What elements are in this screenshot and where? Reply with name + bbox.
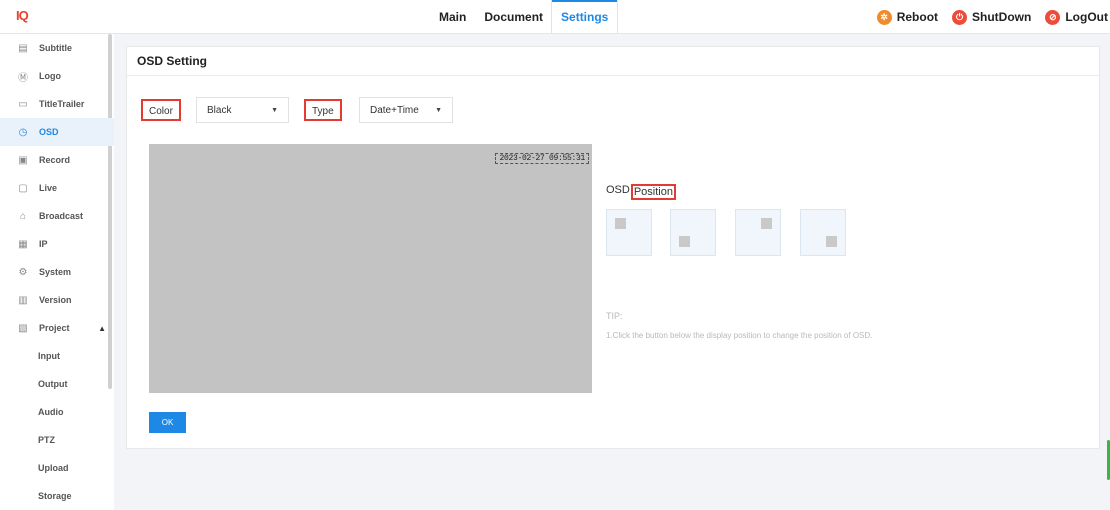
sidebar-subitem-input[interactable]: Input <box>0 342 114 370</box>
osd-position-prefix: OSD <box>606 184 630 196</box>
sidebar-item-osd[interactable]: ◷ OSD <box>0 118 114 146</box>
type-select-value: Date+Time <box>370 104 419 116</box>
type-select[interactable]: Date+Time ▼ <box>359 97 453 123</box>
sidebar-item-system[interactable]: ⚙ System <box>0 258 114 286</box>
sidebar-item-ip[interactable]: ▦ IP <box>0 230 114 258</box>
logout-label: LogOut <box>1065 10 1108 24</box>
sidebar-item-titletrailer[interactable]: ▭ TitleTrailer <box>0 90 114 118</box>
sidebar-item-label: OSD <box>39 127 59 137</box>
sidebar: ▤ Subtitle Ⓜ Logo ▭ TitleTrailer ◷ OSD ▣… <box>0 34 114 510</box>
logo-circle-icon: Ⓜ <box>18 72 28 84</box>
reboot-button[interactable]: ✲ Reboot <box>876 9 939 25</box>
osd-setting-panel: OSD Setting Color Black ▼ Type Date+Time… <box>126 46 1100 449</box>
ok-button[interactable]: OK <box>149 412 186 433</box>
sidebar-item-label: Live <box>39 183 58 193</box>
position-bottom-left-button[interactable] <box>670 209 716 256</box>
sidebar-item-subtitle[interactable]: ▤ Subtitle <box>0 34 114 62</box>
clock-icon: ◷ <box>18 126 28 138</box>
color-select-value: Black <box>207 104 232 116</box>
sidebar-item-logo[interactable]: Ⓜ Logo <box>0 62 114 90</box>
sidebar-item-version[interactable]: ▥ Version <box>0 286 114 314</box>
sidebar-subitem-storage[interactable]: Storage <box>0 482 114 510</box>
power-icon: ⏻ <box>952 9 968 25</box>
panel-title: OSD Setting <box>127 47 1099 76</box>
sidebar-item-label: Version <box>39 295 72 305</box>
sidebar-subitem-audio[interactable]: Audio <box>0 398 114 426</box>
caret-up-icon: ▲ <box>98 323 106 333</box>
sidebar-item-label: Broadcast <box>39 211 84 221</box>
sidebar-item-label: Logo <box>39 71 61 81</box>
title-trailer-icon: ▭ <box>18 98 28 110</box>
sidebar-subitem-output[interactable]: Output <box>0 370 114 398</box>
nav-main[interactable]: Main <box>430 0 475 34</box>
system-icon: ⚙ <box>18 266 28 278</box>
position-top-right-button[interactable] <box>735 209 781 256</box>
sidebar-item-label: TitleTrailer <box>39 99 85 109</box>
version-icon: ▥ <box>18 294 28 306</box>
position-bottom-right-button[interactable] <box>800 209 846 256</box>
osd-position-word: Position <box>630 184 676 200</box>
logo-text-part2: Q <box>18 8 29 23</box>
live-icon: ▢ <box>18 182 28 194</box>
shutdown-button[interactable]: ⏻ ShutDown <box>952 9 1032 25</box>
position-marker <box>826 236 837 247</box>
osd-position-label: OSD Position <box>606 184 676 200</box>
top-bar: IQ Main Document Settings ✲ Reboot ⏻ Shu… <box>0 0 1110 34</box>
nav-document[interactable]: Document <box>475 0 552 34</box>
shutdown-label: ShutDown <box>972 10 1032 24</box>
sidebar-item-label: System <box>39 267 72 277</box>
sidebar-item-label: Subtitle <box>39 43 72 53</box>
position-marker <box>615 218 626 229</box>
sidebar-item-record[interactable]: ▣ Record <box>0 146 114 174</box>
no-entry-icon: ⊘ <box>1045 9 1061 25</box>
main-nav: Main Document Settings <box>430 0 618 34</box>
header-actions: ✲ Reboot ⏻ ShutDown ⊘ LogOut <box>863 0 1108 34</box>
type-label: Type <box>304 99 342 121</box>
position-top-left-button[interactable] <box>606 209 652 256</box>
sidebar-subitem-upload[interactable]: Upload <box>0 454 114 482</box>
subtitle-icon: ▤ <box>18 42 28 54</box>
logout-button[interactable]: ⊘ LogOut <box>1045 9 1108 25</box>
position-marker <box>761 218 772 229</box>
color-label: Color <box>141 99 181 121</box>
sidebar-item-label: Record <box>39 155 71 165</box>
osd-preview: 2023-02-27 09:55:31 <box>149 144 592 393</box>
tip-text: 1.Click the button below the display pos… <box>606 331 873 340</box>
tip-title: TIP: <box>606 311 623 321</box>
monitor-icon: ▦ <box>18 238 28 250</box>
record-icon: ▣ <box>18 154 28 166</box>
gear-icon: ✲ <box>876 9 892 25</box>
app-logo: IQ <box>16 8 29 23</box>
osd-timestamp[interactable]: 2023-02-27 09:55:31 <box>495 153 589 164</box>
broadcast-icon: ⌂ <box>19 210 27 222</box>
sidebar-subitem-ptz[interactable]: PTZ <box>0 426 114 454</box>
chevron-down-icon: ▼ <box>271 107 278 114</box>
sidebar-item-project[interactable]: ▧ Project ▲ <box>0 314 114 342</box>
color-select[interactable]: Black ▼ <box>196 97 289 123</box>
nav-settings[interactable]: Settings <box>552 0 618 34</box>
sidebar-item-label: Project <box>39 323 70 333</box>
reboot-label: Reboot <box>896 10 939 24</box>
sidebar-item-live[interactable]: ▢ Live <box>0 174 114 202</box>
sidebar-item-label: IP <box>39 239 48 249</box>
project-icon: ▧ <box>18 322 28 334</box>
position-marker <box>679 236 690 247</box>
chevron-down-icon: ▼ <box>435 107 442 114</box>
sidebar-item-broadcast[interactable]: ⌂ Broadcast <box>0 202 114 230</box>
